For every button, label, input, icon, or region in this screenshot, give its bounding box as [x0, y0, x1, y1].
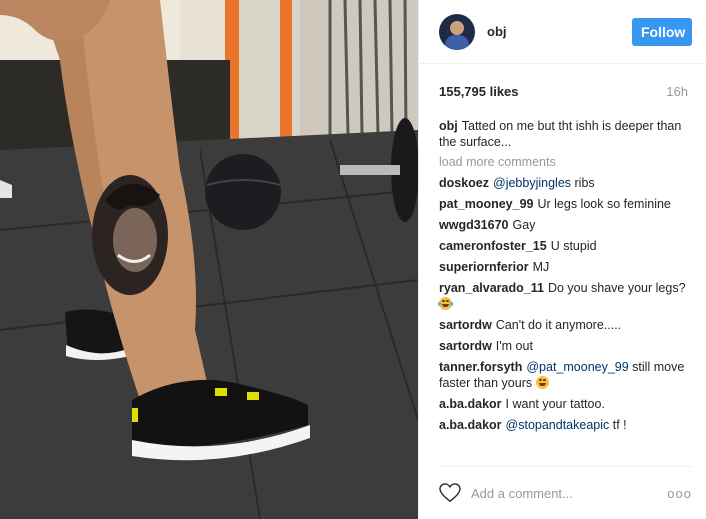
tattoo-leg-photo	[0, 0, 418, 519]
comment-bar: Add a comment... ooo	[439, 466, 692, 519]
list-item: superiornferior MJ	[439, 259, 688, 275]
comment-text: Ur legs look so feminine	[537, 197, 671, 211]
list-item: sartordw I'm out	[439, 338, 688, 354]
post-photo[interactable]	[0, 0, 418, 519]
comment-username[interactable]: ryan_alvarado_11	[439, 281, 544, 295]
load-more-comments-link[interactable]: load more comments	[439, 155, 688, 169]
add-comment-input[interactable]: Add a comment...	[471, 486, 573, 501]
post-meta: 155,795 likes 16h	[419, 64, 706, 118]
list-item: ryan_alvarado_11 Do you shave your legs?	[438, 280, 688, 312]
comment-username[interactable]: cameronfoster_15	[439, 239, 547, 253]
comment-username[interactable]: superiornferior	[439, 260, 529, 274]
face-with-tears-of-joy-icon	[438, 297, 453, 310]
more-options-icon[interactable]: ooo	[667, 486, 692, 501]
comment-mention[interactable]: @jebbyjingles	[493, 176, 571, 190]
list-item: tanner.forsyth @pat_mooney_99 still move …	[439, 359, 688, 391]
likes-count[interactable]: 155,795 likes	[439, 84, 519, 118]
comment-username[interactable]: wwgd31670	[439, 218, 508, 232]
comment-text: U stupid	[550, 239, 597, 253]
list-item: pat_mooney_99 Ur legs look so feminine	[439, 196, 688, 212]
comment-text: I'm out	[495, 339, 533, 353]
list-item: wwgd31670 Gay	[439, 217, 688, 233]
comment-text: Do you shave your legs?	[547, 281, 686, 295]
comment-username[interactable]: doskoez	[439, 176, 489, 190]
post-time[interactable]: 16h	[666, 84, 688, 118]
list-item: a.ba.dakor I want your tattoo.	[439, 396, 688, 412]
comment-username[interactable]: sartordw	[439, 339, 492, 353]
follow-button[interactable]: Follow	[632, 17, 692, 46]
comment-username[interactable]: tanner.forsyth	[439, 360, 522, 374]
comment-mention[interactable]: @pat_mooney_99	[526, 360, 628, 374]
post-header: obj Follow	[419, 0, 706, 64]
comment-text: ribs	[571, 176, 595, 190]
caption: obj Tatted on me but tht ishh is deeper t…	[439, 118, 688, 150]
list-item: doskoez @jebbyjingles ribs	[439, 175, 688, 191]
heart-icon[interactable]	[439, 483, 461, 503]
list-item: a.ba.dakor @stopandtakeapic tf !	[439, 417, 688, 433]
comment-text: tf !	[609, 418, 627, 432]
comment-text: Gay	[512, 218, 536, 232]
caption-text: Tatted on me but tht ishh is deeper than…	[439, 119, 682, 149]
caption-username[interactable]: obj	[439, 119, 458, 133]
avatar[interactable]	[439, 13, 475, 50]
list-item: cameronfoster_15 U stupid	[439, 238, 688, 254]
comment-text: Can't do it anymore.....	[495, 318, 622, 332]
username-link[interactable]: obj	[487, 24, 507, 39]
comment-text: MJ	[532, 260, 550, 274]
comment-mention[interactable]: @stopandtakeapic	[506, 418, 610, 432]
winking-face-icon	[535, 376, 549, 389]
post-details-panel: obj Follow 155,795 likes 16h obj Tatted o…	[418, 0, 706, 519]
comment-username[interactable]: sartordw	[439, 318, 492, 332]
comment-text: I want your tattoo.	[505, 397, 605, 411]
comment-username[interactable]: pat_mooney_99	[439, 197, 533, 211]
comment-username[interactable]: a.ba.dakor	[439, 397, 502, 411]
comment-username[interactable]: a.ba.dakor	[439, 418, 502, 432]
list-item: sartordw Can't do it anymore.....	[439, 317, 688, 333]
comments-list: obj Tatted on me but tht ishh is deeper t…	[419, 118, 706, 433]
